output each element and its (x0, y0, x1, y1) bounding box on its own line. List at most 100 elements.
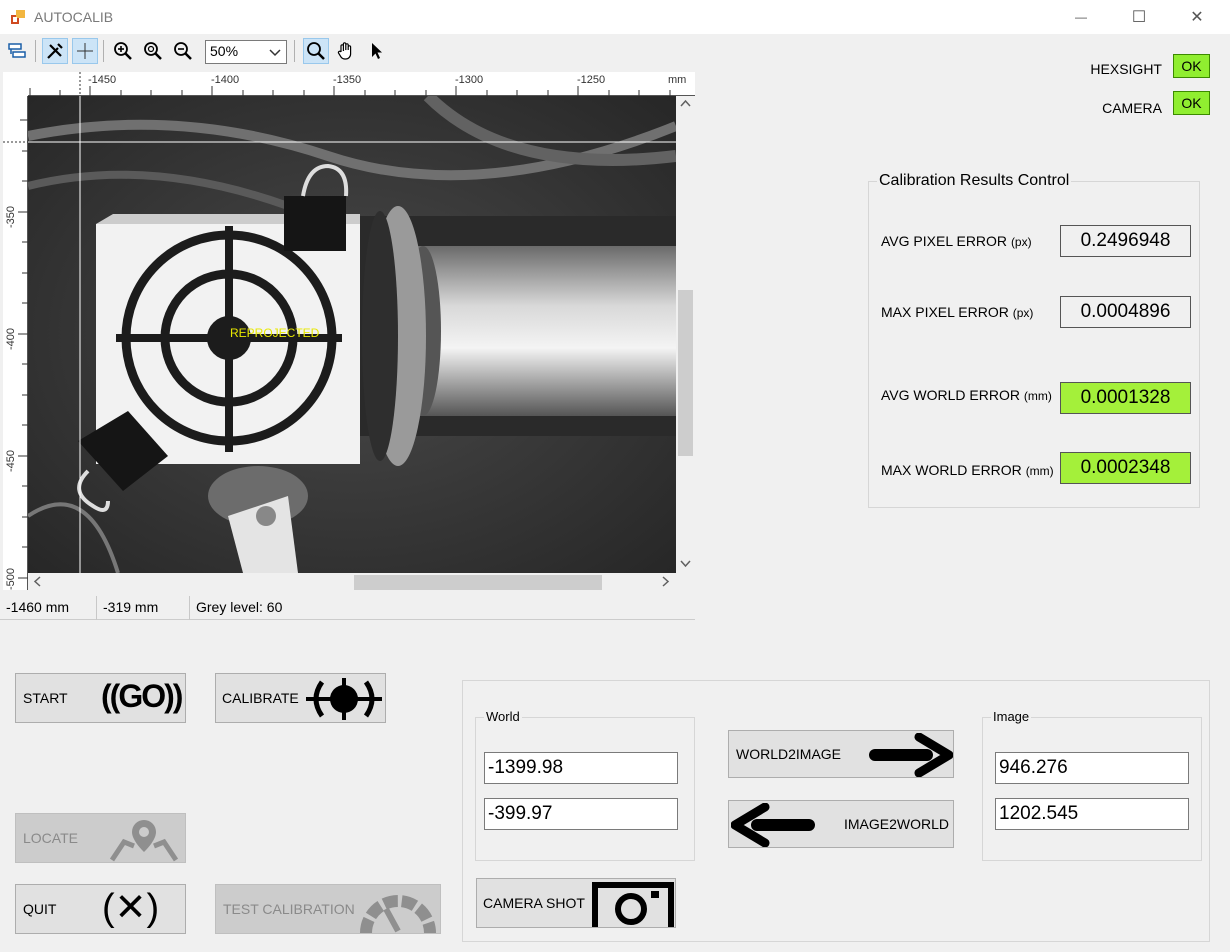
camera-image (28, 96, 676, 573)
close-circle-icon: (✕) (102, 887, 160, 929)
layers-icon (8, 43, 26, 58)
ruler-label: -500 (5, 567, 17, 590)
ruler-corner (3, 72, 28, 96)
status-divider (96, 596, 97, 620)
ruler-horizontal: -1450 -1400 -1350 -1300 -1250 mm (28, 72, 695, 96)
magnifier-button[interactable] (303, 38, 329, 64)
window-title: AUTOCALIB (34, 9, 114, 25)
camera-image-viewport[interactable]: REPROJECTED (28, 96, 676, 573)
target-icon (306, 678, 382, 720)
image-y-input[interactable] (995, 798, 1189, 830)
ruler-vertical: -350 -400 -450 -500 (3, 96, 28, 590)
minimize-icon: — (1075, 10, 1087, 24)
avg-pixel-error-value: 0.2496948 (1060, 225, 1191, 257)
quit-button-label: QUIT (23, 901, 57, 917)
status-divider (189, 596, 190, 620)
world-y-input[interactable] (484, 798, 678, 830)
ruler-label: -1450 (88, 74, 117, 86)
pointer-button[interactable] (363, 38, 389, 64)
pointer-icon (372, 43, 382, 59)
world2image-button[interactable]: WORLD2IMAGE (728, 730, 954, 778)
zoom-out-button[interactable] (170, 38, 196, 64)
camera-status-badge: OK (1173, 91, 1210, 115)
ruler-label: -1400 (211, 74, 240, 86)
ruler-label: -1350 (333, 74, 362, 86)
avg-world-error-label: AVG WORLD ERROR (mm) (881, 387, 1052, 403)
calibration-results-group: Calibration Results Control AVG PIXEL ER… (868, 172, 1200, 508)
minimize-button[interactable]: — (1052, 0, 1110, 34)
location-pin-icon (109, 820, 179, 862)
title-bar: AUTOCALIB — ☐ ✕ (0, 0, 1230, 34)
ruler-label: -350 (5, 205, 17, 228)
maximize-button[interactable]: ☐ (1110, 0, 1168, 34)
ruler-label: -1300 (455, 74, 484, 86)
crosshair-button[interactable] (72, 38, 98, 64)
image-group: Image (982, 709, 1202, 861)
arrow-right-icon (869, 733, 953, 777)
vertical-scroll-thumb[interactable] (678, 290, 693, 456)
max-pixel-error-label: MAX PIXEL ERROR (px) (881, 304, 1034, 320)
close-icon: ✕ (1190, 9, 1204, 26)
image-status-bar: -1460 mm -319 mm Grey level: 60 (0, 596, 695, 620)
calibrate-button-label: CALIBRATE (222, 690, 299, 706)
ruler-label: -1250 (577, 74, 606, 86)
scroll-down-icon[interactable] (680, 558, 691, 572)
close-button[interactable]: ✕ (1168, 0, 1226, 34)
arrow-left-icon (731, 803, 815, 847)
chevron-down-icon (268, 43, 282, 64)
locate-button-label: LOCATE (23, 830, 78, 846)
avg-world-error-value: 0.0001328 (1060, 382, 1191, 414)
zoom-fit-icon (144, 42, 162, 60)
max-world-error-label: MAX WORLD ERROR (mm) (881, 462, 1054, 478)
max-world-error-value: 0.0002348 (1060, 452, 1191, 484)
toolbar (0, 36, 700, 68)
image2world-button[interactable]: IMAGE2WORLD (728, 800, 954, 848)
locate-button[interactable]: LOCATE (15, 813, 186, 863)
toolbar-separator (103, 40, 104, 62)
zoom-fit-button[interactable] (140, 38, 166, 64)
scroll-right-icon[interactable] (660, 576, 671, 590)
hand-button[interactable] (333, 38, 359, 64)
image-group-title: Image (991, 709, 1032, 724)
hexsight-label: HEXSIGHT (1090, 61, 1162, 77)
zoom-in-button[interactable] (110, 38, 136, 64)
status-grey-level: Grey level: 60 (196, 599, 283, 615)
tools-button[interactable] (42, 38, 68, 64)
world-group: World (475, 709, 695, 861)
camera-icon (592, 882, 674, 927)
image2world-button-label: IMAGE2WORLD (844, 816, 950, 832)
image-x-input[interactable] (995, 752, 1189, 784)
status-y-coordinate: -319 mm (103, 599, 159, 615)
status-x-coordinate: -1460 mm (6, 599, 70, 615)
zoom-select[interactable]: 50% (205, 40, 287, 64)
crosshair-icon (77, 43, 93, 59)
tools-icon (47, 43, 63, 59)
world-x-input[interactable] (484, 752, 678, 784)
layers-button[interactable] (4, 38, 30, 64)
vertical-scrollbar[interactable] (676, 96, 695, 573)
horizontal-scrollbar[interactable] (28, 573, 676, 592)
test-calibration-button-label: TEST CALIBRATION (223, 901, 355, 917)
camera-label: CAMERA (1102, 100, 1162, 116)
maximize-icon: ☐ (1131, 9, 1147, 26)
test-calibration-button[interactable]: TEST CALIBRATION (215, 884, 441, 934)
scroll-left-icon[interactable] (32, 576, 43, 590)
hand-icon (337, 42, 352, 60)
camera-shot-button[interactable]: CAMERA SHOT (476, 878, 676, 928)
start-button-label: START (23, 690, 68, 706)
app-icon (11, 10, 25, 24)
avg-pixel-error-label: AVG PIXEL ERROR (px) (881, 233, 1032, 249)
ruler-label: -450 (5, 449, 17, 472)
horizontal-scroll-thumb[interactable] (354, 575, 602, 590)
world2image-button-label: WORLD2IMAGE (736, 746, 842, 762)
reprojected-overlay-label: REPROJECTED (230, 326, 320, 340)
toolbar-separator (35, 40, 36, 62)
calibrate-button[interactable]: CALIBRATE (215, 673, 386, 723)
zoom-in-icon (114, 42, 132, 60)
start-button[interactable]: START ((GO)) (15, 673, 186, 723)
ruler-unit: mm (668, 74, 687, 86)
ruler-label: -400 (5, 327, 17, 350)
world-group-title: World (484, 709, 522, 724)
scroll-up-icon[interactable] (680, 98, 691, 112)
quit-button[interactable]: QUIT (✕) (15, 884, 186, 934)
